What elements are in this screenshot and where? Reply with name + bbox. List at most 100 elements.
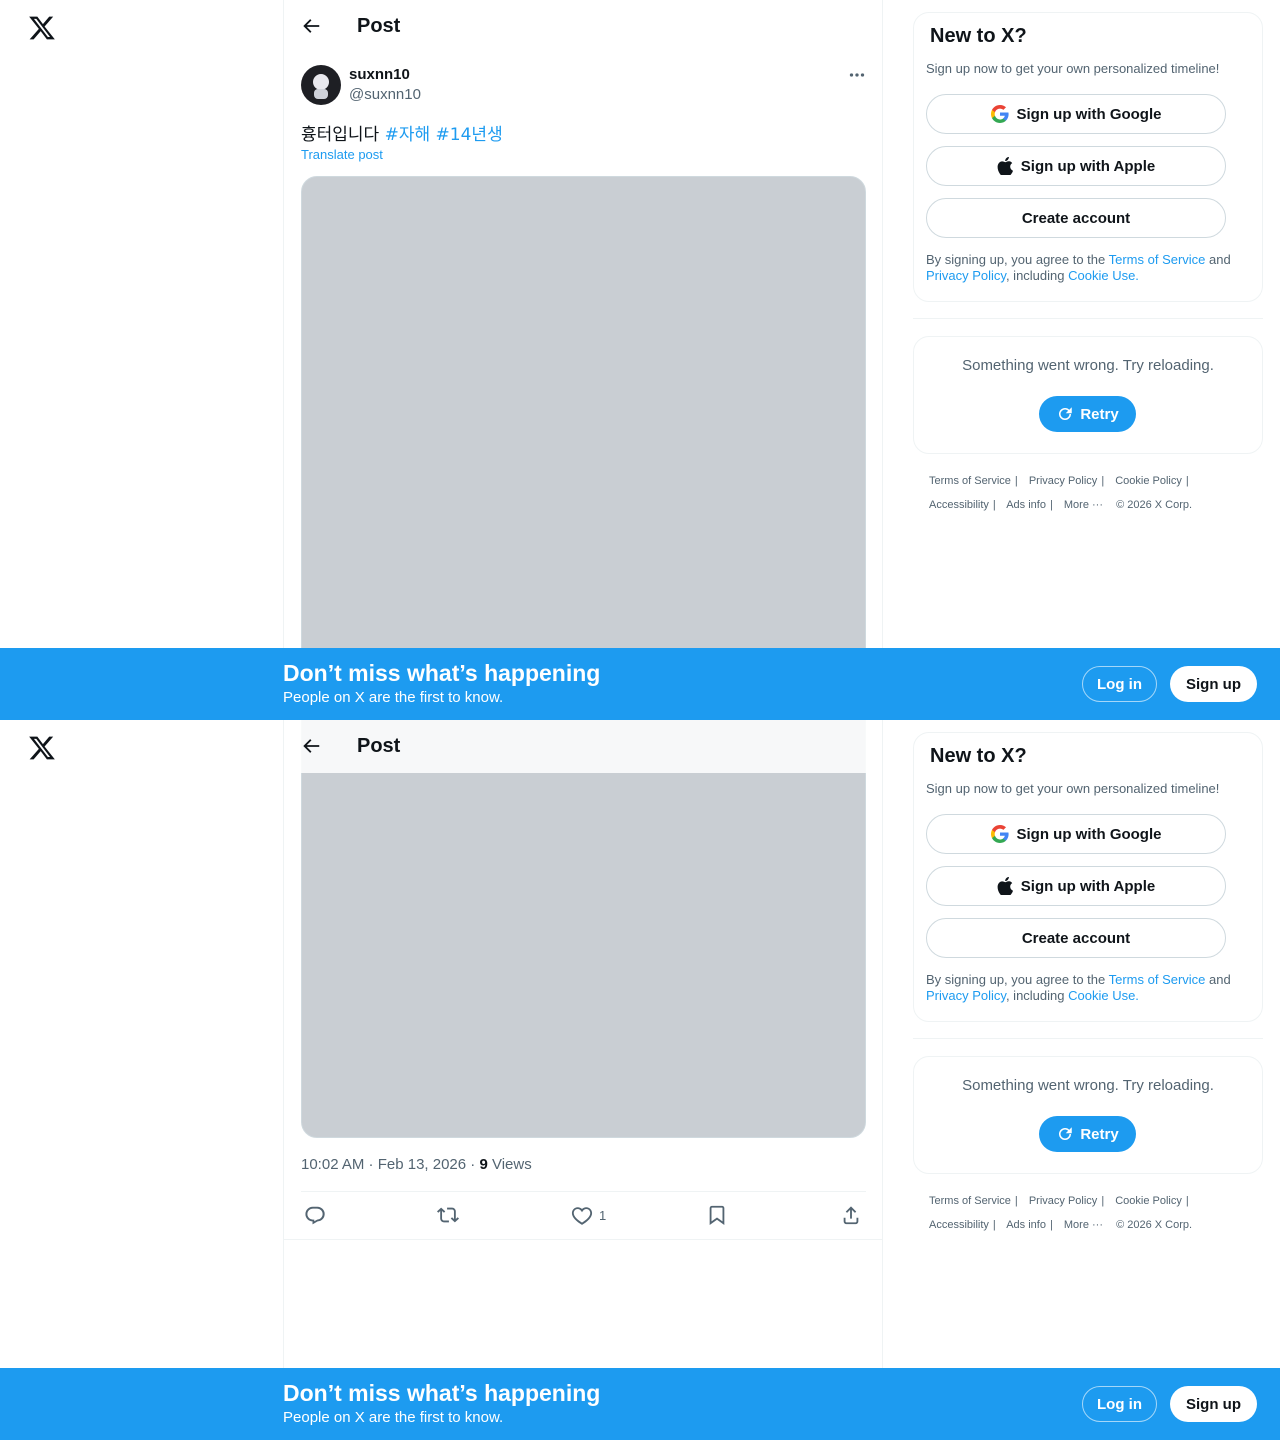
apple-icon — [997, 157, 1013, 175]
repost-icon — [437, 1207, 459, 1223]
divider — [284, 1239, 882, 1240]
create-account-label: Create account — [1021, 929, 1131, 947]
views-label: Views — [487, 1156, 532, 1173]
share-button[interactable] — [840, 1204, 862, 1226]
footer-ads-link[interactable]: Ads info — [1006, 499, 1046, 511]
create-account-button[interactable]: Create account — [926, 918, 1226, 958]
error-card: Something went wrong. Try reloading. Ret… — [913, 336, 1263, 454]
footer-privacy-link[interactable]: Privacy Policy — [1029, 1195, 1097, 1207]
login-button[interactable]: Log in — [1082, 1386, 1157, 1422]
apple-signup-label: Sign up with Apple — [1020, 157, 1156, 175]
footer-more-link[interactable]: More ··· — [1064, 499, 1103, 511]
views-count: 9 — [479, 1156, 488, 1173]
x-logo-icon[interactable] — [28, 734, 56, 762]
refresh-icon — [1059, 407, 1073, 420]
post-header: Post — [284, 720, 882, 773]
privacy-link[interactable]: Privacy Policy — [926, 988, 1006, 1003]
google-signup-button[interactable]: Sign up with Google — [926, 94, 1226, 134]
signup-card: New to X? Sign up now to get your own pe… — [913, 12, 1263, 302]
reply-icon — [305, 1206, 325, 1225]
like-count: 1 — [599, 1207, 607, 1223]
error-message: Something went wrong. Try reloading. — [962, 357, 1214, 374]
primary-column: Post 10:02 AM · Feb 13, 2026 · 9 Views 1 — [283, 720, 883, 1440]
page-title: Post — [357, 735, 401, 757]
repost-button[interactable] — [437, 1204, 459, 1226]
signup-legal-text: By signing up, you agree to the Terms of… — [926, 252, 1256, 284]
cookie-link[interactable]: Cookie Use. — [1068, 988, 1139, 1003]
apple-signup-button[interactable]: Sign up with Apple — [926, 866, 1226, 906]
share-icon — [843, 1206, 859, 1225]
apple-icon — [997, 877, 1013, 895]
retry-button[interactable]: Retry — [1039, 396, 1136, 432]
translate-post-link[interactable]: Translate post — [301, 147, 383, 162]
cookie-link[interactable]: Cookie Use. — [1068, 268, 1139, 283]
banner-subtitle: People on X are the first to know. — [283, 689, 504, 706]
footer-privacy-link[interactable]: Privacy Policy — [1029, 475, 1097, 487]
apple-signup-label: Sign up with Apple — [1020, 877, 1156, 895]
legal-prefix: By signing up, you agree to the — [926, 972, 1109, 987]
signup-card-subtitle: Sign up now to get your own personalized… — [926, 781, 1220, 796]
primary-column: Post suxnn10 @suxnn10 흉터입니다 #자해 #14년생 Tr… — [283, 0, 883, 720]
google-icon — [990, 825, 1009, 843]
footer-accessibility-link[interactable]: Accessibility — [929, 499, 989, 511]
viewport-bottom: Post 10:02 AM · Feb 13, 2026 · 9 Views 1… — [0, 720, 1280, 1440]
footer-terms-link[interactable]: Terms of Service — [929, 475, 1011, 487]
author-handle[interactable]: @suxnn10 — [349, 86, 421, 103]
bookmark-icon — [709, 1205, 725, 1225]
signup-banner: Don’t miss what’s happening People on X … — [0, 648, 1280, 720]
heart-icon — [571, 1207, 593, 1225]
footer-links: Terms of Service | Privacy Policy | Cookie… — [929, 475, 1193, 511]
divider — [913, 1038, 1263, 1039]
back-arrow-icon[interactable] — [300, 735, 322, 757]
privacy-link[interactable]: Privacy Policy — [926, 268, 1006, 283]
terms-link[interactable]: Terms of Service — [1109, 252, 1206, 267]
footer-copyright: © 2026 X Corp. — [1116, 499, 1193, 511]
signup-button[interactable]: Sign up — [1170, 1386, 1257, 1422]
create-account-button[interactable]: Create account — [926, 198, 1226, 238]
login-button[interactable]: Log in — [1082, 666, 1157, 702]
avatar[interactable] — [301, 65, 341, 105]
google-signup-label: Sign up with Google — [1016, 105, 1162, 123]
footer-accessibility-link[interactable]: Accessibility — [929, 1219, 989, 1231]
footer-cookie-link[interactable]: Cookie Policy — [1115, 475, 1182, 487]
post-time[interactable]: 10:02 AM · Feb 13, 2026 · — [301, 1156, 479, 1173]
media-placeholder — [301, 720, 866, 1138]
footer-cookie-link[interactable]: Cookie Policy — [1115, 1195, 1182, 1207]
x-logo-icon[interactable] — [28, 14, 56, 42]
legal-including: , including — [1005, 988, 1069, 1003]
bookmark-button[interactable] — [706, 1204, 728, 1226]
signup-legal-text: By signing up, you agree to the Terms of… — [926, 972, 1256, 1004]
viewport-top: Post suxnn10 @suxnn10 흉터입니다 #자해 #14년생 Tr… — [0, 0, 1280, 720]
legal-prefix: By signing up, you agree to the — [926, 252, 1109, 267]
footer-more-link[interactable]: More ··· — [1064, 1219, 1103, 1231]
footer-terms-link[interactable]: Terms of Service — [929, 1195, 1011, 1207]
hashtag-link[interactable]: #14년생 — [436, 125, 503, 145]
banner-subtitle: People on X are the first to know. — [283, 1409, 504, 1426]
divider — [301, 1191, 866, 1192]
google-signup-label: Sign up with Google — [1016, 825, 1162, 843]
hashtag-link[interactable]: #자해 — [385, 125, 431, 145]
signup-button[interactable]: Sign up — [1170, 666, 1257, 702]
back-arrow-icon[interactable] — [300, 15, 322, 37]
retry-button[interactable]: Retry — [1039, 1116, 1136, 1152]
footer-ads-link[interactable]: Ads info — [1006, 1219, 1046, 1231]
signup-card-subtitle: Sign up now to get your own personalized… — [926, 61, 1220, 76]
create-account-label: Create account — [1021, 209, 1131, 227]
error-message: Something went wrong. Try reloading. — [962, 1077, 1214, 1094]
divider — [913, 318, 1263, 319]
more-options-icon[interactable] — [846, 66, 868, 84]
reply-button[interactable] — [304, 1204, 326, 1226]
post-text: 흉터입니다 #자해 #14년생 — [301, 120, 503, 145]
refresh-icon — [1059, 1127, 1073, 1140]
legal-and: and — [1205, 972, 1231, 987]
terms-link[interactable]: Terms of Service — [1109, 972, 1206, 987]
signup-card-title: New to X? — [930, 25, 1027, 47]
like-button[interactable]: 1 — [571, 1204, 606, 1226]
post-body: 흉터입니다 — [301, 125, 380, 145]
google-signup-button[interactable]: Sign up with Google — [926, 814, 1226, 854]
banner-title: Don’t miss what’s happening — [283, 660, 601, 686]
footer-links: Terms of Service | Privacy Policy | Cookie… — [929, 1195, 1193, 1231]
apple-signup-button[interactable]: Sign up with Apple — [926, 146, 1226, 186]
signup-card: New to X? Sign up now to get your own pe… — [913, 732, 1263, 1022]
author-name[interactable]: suxnn10 — [349, 66, 410, 83]
